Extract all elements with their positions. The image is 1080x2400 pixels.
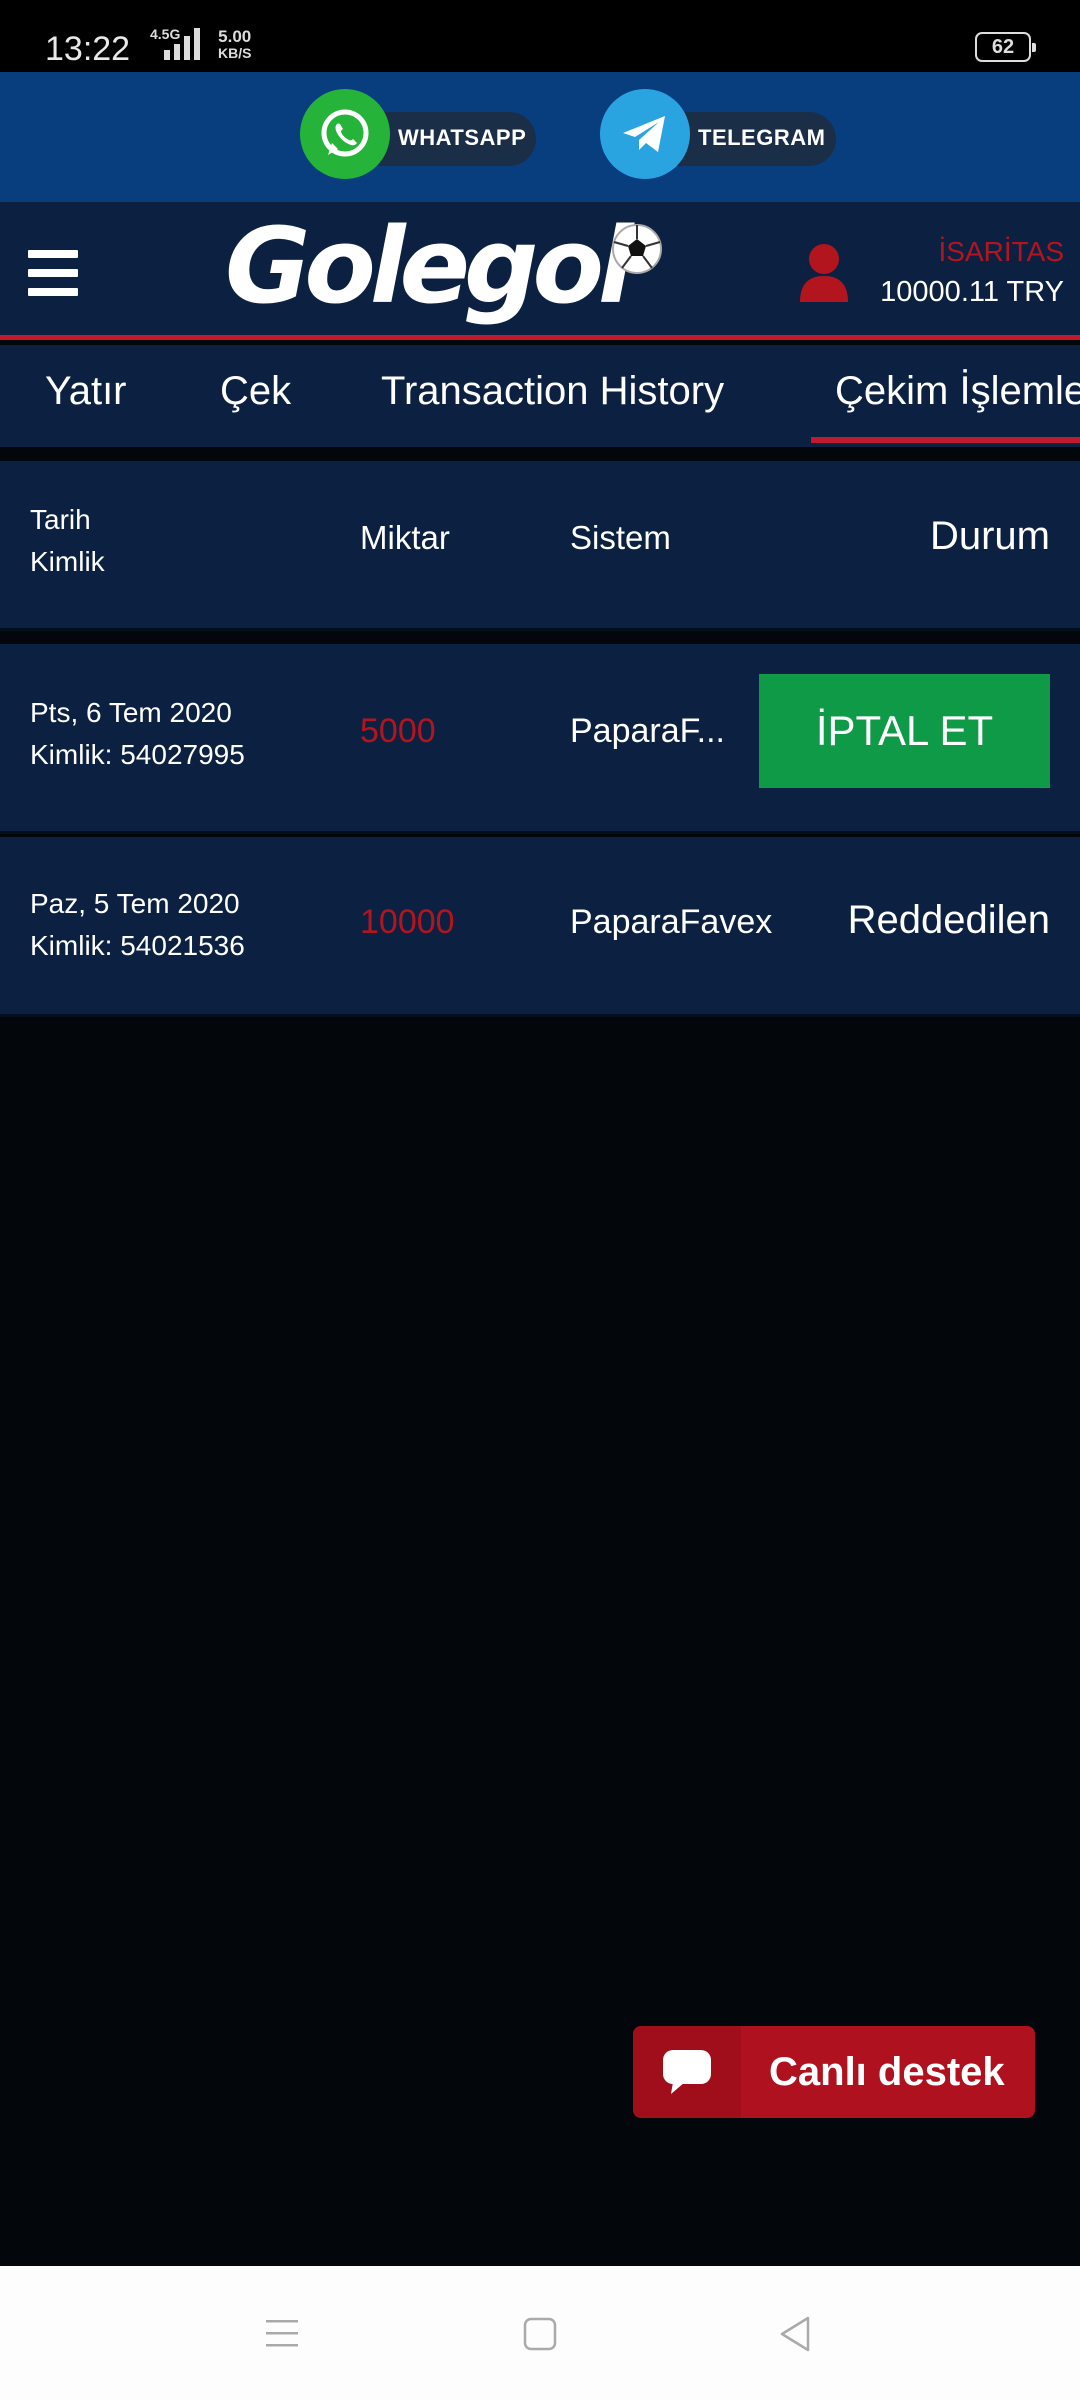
row-system: PaparaF... — [570, 712, 725, 750]
row-date: Paz, 5 Tem 2020 — [30, 888, 240, 919]
battery-icon: 62 — [975, 32, 1036, 62]
football-icon — [612, 224, 662, 274]
whatsapp-icon — [300, 89, 390, 179]
speed-value: 5.00 — [218, 27, 252, 46]
live-support-button[interactable]: Canlı destek — [633, 2026, 1035, 2118]
home-icon[interactable] — [520, 2314, 560, 2354]
tab-deposit[interactable]: Yatır — [45, 369, 127, 414]
telegram-button[interactable]: TELEGRAM — [600, 89, 836, 179]
table-row: Pts, 6 Tem 2020 Kimlik: 54027995 5000 Pa… — [0, 644, 1080, 834]
row-id: Kimlik: 54021536 — [30, 930, 245, 961]
live-support-label: Canlı destek — [769, 2049, 1005, 2094]
header-status: Durum — [929, 514, 1050, 558]
header-date: Tarih — [30, 504, 91, 535]
account-balance: 10000.11 TRY — [880, 276, 1064, 308]
cancel-withdrawal-button[interactable]: İPTAL ET — [759, 674, 1050, 788]
row-status: Reddedilen — [847, 898, 1050, 942]
system-navigation-bar — [0, 2266, 1080, 2400]
speed-unit: KB/S — [218, 45, 252, 61]
table-row: Paz, 5 Tem 2020 Kimlik: 54021536 10000 P… — [0, 837, 1080, 1017]
tab-withdrawal-operations[interactable]: Çekim İşlemleri — [835, 369, 1080, 414]
row-amount: 5000 — [360, 712, 436, 750]
row-amount: 10000 — [360, 903, 455, 941]
header-amount: Miktar — [360, 519, 450, 556]
hamburger-menu-icon[interactable] — [28, 250, 78, 296]
table-header: Tarih Kimlik Miktar Sistem Durum — [0, 461, 1080, 631]
network-speed: 5.00 KB/S — [218, 28, 251, 62]
status-time: 13:22 — [45, 30, 131, 68]
row-id: Kimlik: 54027995 — [30, 739, 245, 770]
header-id: Kimlik — [30, 546, 105, 577]
tab-transaction-history[interactable]: Transaction History — [381, 369, 724, 414]
whatsapp-button[interactable]: WHATSAPP — [300, 89, 536, 179]
social-bar: WHATSAPP TELEGRAM — [0, 72, 1080, 202]
row-system: PaparaFavex — [570, 903, 773, 941]
account-tabs: Yatır Çek Transaction History Çekim İşle… — [0, 345, 1080, 447]
username[interactable]: İSARİTAS — [938, 236, 1064, 268]
back-icon[interactable] — [776, 2314, 816, 2354]
site-logo[interactable]: Golegol — [225, 214, 634, 318]
whatsapp-label: WHATSAPP — [398, 125, 527, 150]
chat-bubble-icon — [633, 2026, 741, 2118]
telegram-icon — [600, 89, 690, 179]
row-date: Pts, 6 Tem 2020 — [30, 697, 232, 728]
recent-apps-icon[interactable] — [262, 2314, 302, 2354]
active-tab-indicator — [811, 437, 1080, 443]
tab-withdraw[interactable]: Çek — [220, 369, 291, 414]
user-avatar-icon[interactable] — [798, 242, 850, 304]
app-header: Golegol İSARİTAS 10000.11 TRY — [0, 202, 1080, 340]
status-bar: 13:22 4.5G 5.00 KB/S 62 — [0, 0, 1080, 72]
telegram-label: TELEGRAM — [698, 125, 826, 150]
header-system: Sistem — [570, 519, 671, 556]
signal-icon — [164, 28, 200, 60]
